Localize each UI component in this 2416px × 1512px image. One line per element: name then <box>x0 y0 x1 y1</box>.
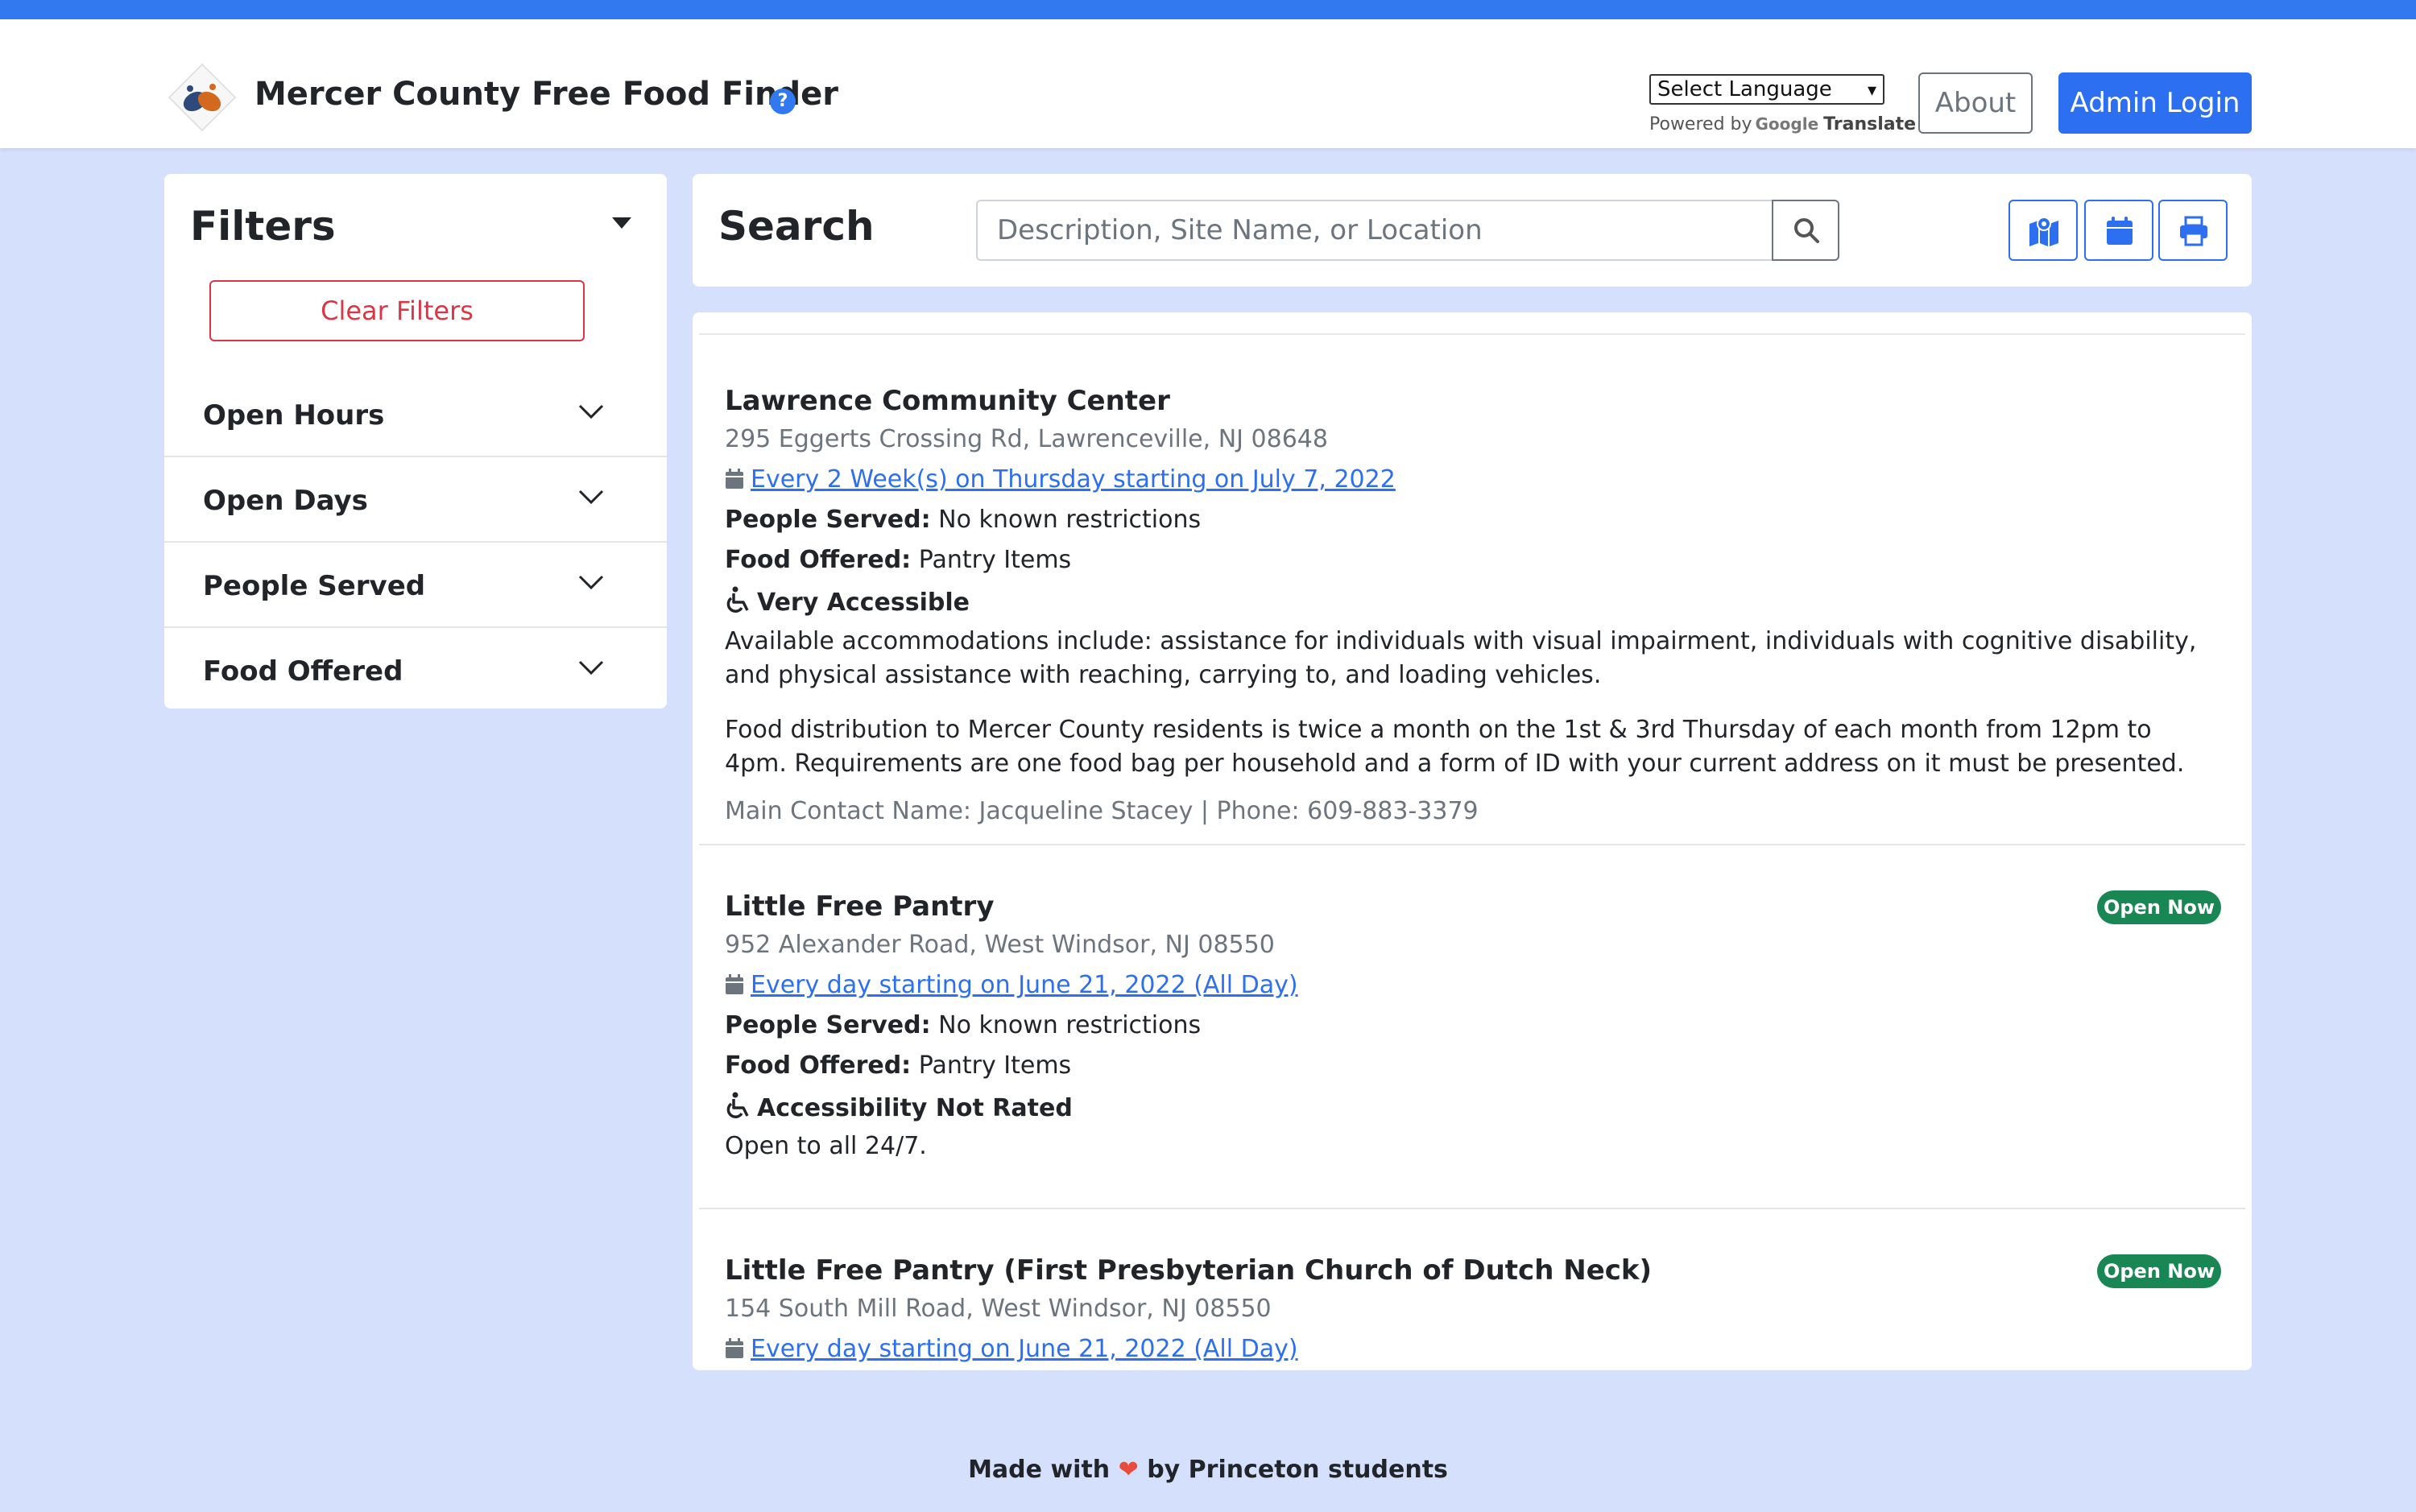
footer-credit: by Princeton students <box>1147 1456 1448 1484</box>
filters-panel: Filters Clear Filters Open Hours Open Da… <box>164 174 667 708</box>
translate-label[interactable]: Translate <box>1823 114 1916 134</box>
chevron-down-icon: ▾ <box>1867 81 1876 101</box>
food-offered-row: Food Offered: Pantry Items <box>725 546 1071 574</box>
people-served-label: People Served: <box>725 506 931 534</box>
site-header: Mercer County Free Food Finder ? Select … <box>0 19 2416 148</box>
list-item[interactable]: Little Free Pantry (First Presbyterian C… <box>699 1209 2245 1370</box>
accommodations-text: Available accommodations include: assist… <box>725 627 2197 689</box>
schedule-text: Every day starting on June 21, 2022 (All… <box>751 1335 1298 1363</box>
food-offered-value: Pantry Items <box>918 1051 1072 1080</box>
search-input[interactable]: Description, Site Name, or Location <box>976 200 1773 261</box>
print-icon <box>2180 216 2207 246</box>
app-title: Mercer County Free Food Finder <box>254 76 838 113</box>
filter-label: Open Days <box>203 485 368 517</box>
filter-label: People Served <box>203 570 426 602</box>
people-served-label: People Served: <box>725 1011 931 1039</box>
chevron-down-icon <box>578 575 604 590</box>
calendar-icon <box>726 1338 743 1358</box>
people-served-row: People Served: No known restrictions <box>725 1011 1201 1039</box>
chevron-down-icon <box>578 660 604 675</box>
food-offered-value: Pantry Items <box>918 546 1072 574</box>
food-offered-label: Food Offered: <box>725 546 912 574</box>
language-select-label: Select Language <box>1657 77 1832 101</box>
help-icon[interactable]: ? <box>770 89 796 114</box>
filters-title: Filters <box>190 203 336 250</box>
search-title: Search <box>718 203 875 250</box>
search-button[interactable] <box>1772 200 1839 261</box>
google-translate-credit: Powered by Google Translate <box>1649 114 1916 134</box>
calendar-view-button[interactable] <box>2084 200 2153 261</box>
calendar-icon <box>726 469 743 489</box>
filter-people-served[interactable]: People Served <box>164 543 667 628</box>
food-offered-row: Food Offered: Pantry Items <box>725 1051 1071 1080</box>
calendar-icon <box>726 974 743 994</box>
site-address: 154 South Mill Road, West Windsor, NJ 08… <box>725 1295 1272 1323</box>
print-button[interactable] <box>2158 200 2228 261</box>
map-view-button[interactable] <box>2009 200 2078 261</box>
open-now-badge: Open Now <box>2097 890 2221 924</box>
list-item[interactable]: Lawrence Community Center 295 Eggerts Cr… <box>699 335 2245 845</box>
site-name: Lawrence Community Center <box>725 385 1170 417</box>
wheelchair-icon <box>726 1092 749 1118</box>
footer: Made with ❤ by Princeton students <box>0 1456 2416 1484</box>
site-contact: Main Contact Name: Jacqueline Stacey | P… <box>725 797 1479 825</box>
powered-by-label: Powered by <box>1649 114 1752 134</box>
schedule-text: Every 2 Week(s) on Thursday starting on … <box>751 465 1396 494</box>
clear-filters-button[interactable]: Clear Filters <box>209 280 585 341</box>
food-offered-label: Food Offered: <box>725 1051 912 1080</box>
site-name: Little Free Pantry (First Presbyterian C… <box>725 1254 1653 1287</box>
chevron-down-icon <box>578 404 604 419</box>
people-served-value: No known restrictions <box>938 1011 1202 1039</box>
accessibility-rating: Very Accessible <box>757 589 970 617</box>
filter-open-days[interactable]: Open Days <box>164 457 667 543</box>
filter-label: Food Offered <box>203 655 403 688</box>
footer-made-with: Made with <box>968 1456 1111 1484</box>
site-description: Open to all 24/7. <box>725 1132 927 1160</box>
accessibility-row: Accessibility Not Rated <box>725 1092 1073 1122</box>
filter-open-hours[interactable]: Open Hours <box>164 372 667 457</box>
site-schedule-link[interactable]: Every 2 Week(s) on Thursday starting on … <box>725 465 1396 494</box>
open-now-badge: Open Now <box>2097 1254 2221 1288</box>
accessibility-row: Very Accessible <box>725 586 970 617</box>
collapse-caret-icon[interactable] <box>612 217 631 229</box>
wheelchair-icon <box>726 586 749 613</box>
filter-label: Open Hours <box>203 399 385 432</box>
calendar-icon <box>2107 217 2133 245</box>
admin-login-button[interactable]: Admin Login <box>2058 72 2252 134</box>
search-icon <box>1794 218 1819 243</box>
site-address: 952 Alexander Road, West Windsor, NJ 085… <box>725 931 1275 959</box>
results-list: Lawrence Community Center 295 Eggerts Cr… <box>693 312 2252 1370</box>
app-logo[interactable] <box>166 61 238 134</box>
people-served-row: People Served: No known restrictions <box>725 506 1201 534</box>
heart-icon: ❤ <box>1118 1456 1139 1484</box>
search-panel: Search Description, Site Name, or Locati… <box>693 174 2252 287</box>
site-name: Little Free Pantry <box>725 890 995 923</box>
people-served-value: No known restrictions <box>938 506 1202 534</box>
site-schedule-link[interactable]: Every day starting on June 21, 2022 (All… <box>725 971 1298 999</box>
language-select[interactable]: Select Language ▾ <box>1649 74 1884 105</box>
top-accent-bar <box>0 0 2416 19</box>
google-label: Google <box>1755 114 1819 134</box>
site-description: Food distribution to Mercer County resid… <box>725 716 2185 778</box>
list-item[interactable]: Little Free Pantry Open Now 952 Alexande… <box>699 845 2245 1209</box>
chevron-down-icon <box>578 490 604 505</box>
about-button[interactable]: About <box>1918 72 2033 134</box>
schedule-text: Every day starting on June 21, 2022 (All… <box>751 971 1298 999</box>
accessibility-rating: Accessibility Not Rated <box>757 1094 1073 1122</box>
map-icon <box>2029 217 2058 246</box>
site-schedule-link[interactable]: Every day starting on June 21, 2022 (All… <box>725 1335 1298 1363</box>
filter-food-offered[interactable]: Food Offered <box>164 628 667 713</box>
site-address: 295 Eggerts Crossing Rd, Lawrenceville, … <box>725 425 1328 453</box>
